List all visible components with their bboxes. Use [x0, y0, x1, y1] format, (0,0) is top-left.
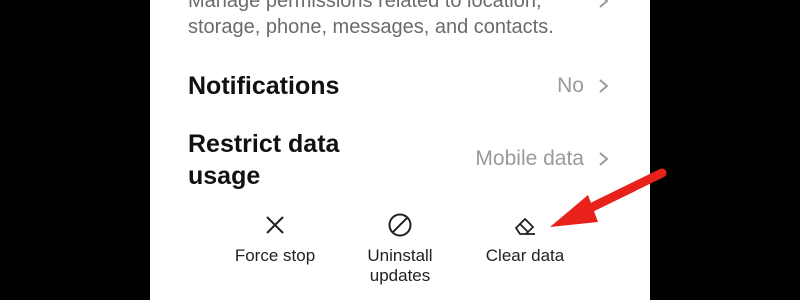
notifications-row[interactable]: Notifications No [188, 70, 612, 102]
annotation-arrow-icon [540, 165, 670, 235]
notifications-value: No [557, 74, 584, 97]
chevron-right-icon [596, 0, 612, 16]
permissions-description[interactable]: Manage permissions related to location, … [188, 0, 608, 40]
eraser-icon [510, 210, 540, 240]
notifications-label: Notifications [188, 72, 340, 100]
chevron-right-icon [596, 71, 612, 101]
app-info-panel: Manage permissions related to location, … [150, 0, 650, 300]
uninstall-updates-label: Uninstall updates [367, 246, 433, 285]
close-x-icon [260, 210, 290, 240]
screenshot-frame: Manage permissions related to location, … [0, 0, 800, 300]
force-stop-label: Force stop [234, 246, 316, 265]
clear-data-label: Clear data [485, 246, 565, 265]
force-stop-button[interactable]: Force stop [215, 210, 335, 266]
prohibit-icon [385, 210, 415, 240]
restrict-data-label: Restrict data usage [188, 130, 340, 190]
uninstall-updates-button[interactable]: Uninstall updates [340, 210, 460, 286]
